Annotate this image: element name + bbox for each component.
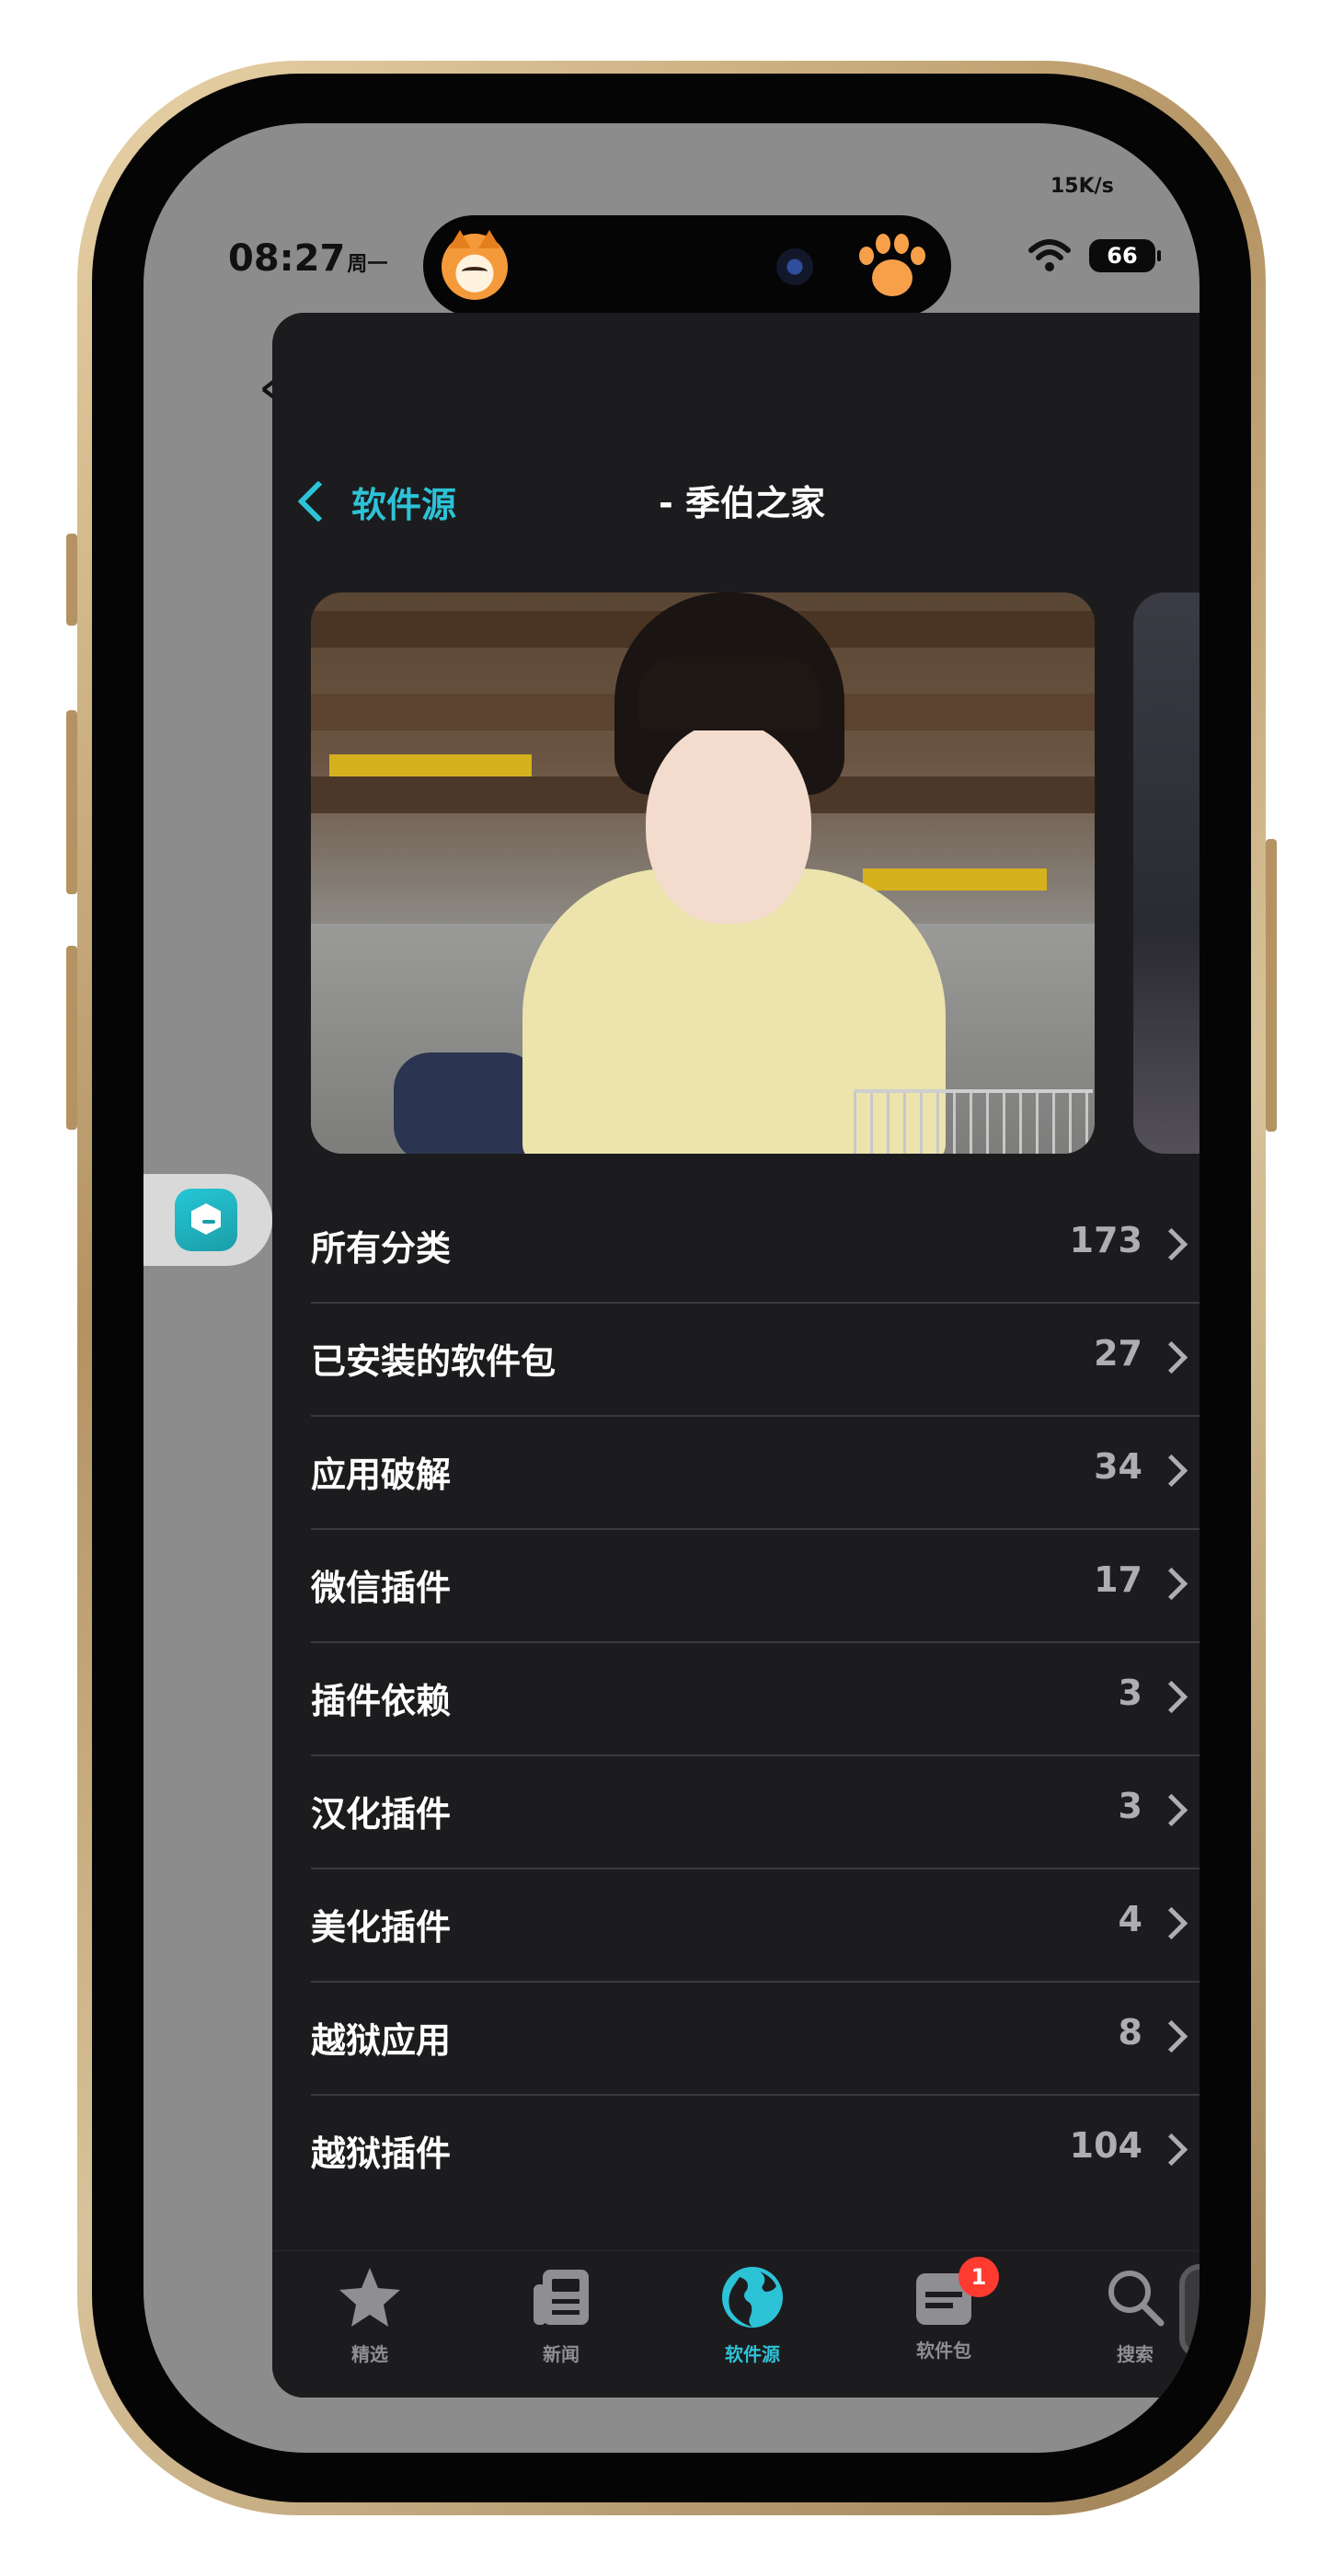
- volume-down-button: [66, 946, 77, 1130]
- chevron-right-icon: [1154, 2133, 1188, 2167]
- tab-packages[interactable]: 1 软件包: [879, 2257, 1008, 2363]
- category-label: 越狱插件: [311, 2133, 452, 2174]
- chevron-right-icon: [1154, 2019, 1188, 2053]
- battery-indicator: 66: [1089, 239, 1155, 272]
- status-weekday: 周一: [347, 253, 388, 276]
- category-label: 应用破解: [311, 1455, 452, 1495]
- newspaper-icon: [534, 2270, 589, 2325]
- category-row[interactable]: 越狱应用 8: [311, 1981, 1200, 2094]
- floating-action-icon[interactable]: [1179, 2264, 1200, 2358]
- paw-icon: [855, 232, 927, 304]
- tab-sources[interactable]: 软件源: [688, 2264, 817, 2366]
- search-icon: [1108, 2271, 1165, 2327]
- featured-banner-image[interactable]: [311, 592, 1095, 1154]
- tab-bar: 精选 新闻 软件源 1 软件包 搜索: [272, 2250, 1200, 2398]
- volume-up-button: [66, 710, 77, 894]
- category-count: 173: [1069, 1220, 1142, 1260]
- package-tab-icon-wrap: 1: [911, 2257, 999, 2330]
- tab-label: 新闻: [543, 2343, 580, 2365]
- chevron-right-icon: [1154, 1906, 1188, 1940]
- shiba-avatar-icon: [442, 230, 508, 300]
- category-label: 插件依赖: [311, 1681, 452, 1721]
- tab-label: 精选: [351, 2343, 388, 2365]
- chevron-right-icon: [1154, 1567, 1188, 1601]
- floating-app-pill[interactable]: [143, 1174, 272, 1266]
- back-button-label: 软件源: [351, 484, 457, 525]
- category-row[interactable]: 越狱插件 104: [311, 2094, 1200, 2207]
- category-row[interactable]: 微信插件 17: [311, 1528, 1200, 1641]
- category-row[interactable]: 已安装的软件包 27: [311, 1302, 1200, 1415]
- camera-icon: [776, 248, 813, 285]
- chevron-right-icon: [1154, 1227, 1188, 1261]
- category-label: 汉化插件: [311, 1794, 452, 1834]
- back-button[interactable]: 软件源: [291, 469, 456, 534]
- phone-screen: 08:27周一 15K/s 66 ‹ 软件源 - 季伯之家 所有分类 173 已…: [143, 123, 1200, 2453]
- category-label: 微信插件: [311, 1568, 452, 1608]
- category-label: 已安装的软件包: [311, 1341, 557, 1382]
- phone-frame: 08:27周一 15K/s 66 ‹ 软件源 - 季伯之家 所有分类 173 已…: [77, 61, 1266, 2515]
- dynamic-island[interactable]: [423, 215, 951, 316]
- phone-bezel: 08:27周一 15K/s 66 ‹ 软件源 - 季伯之家 所有分类 173 已…: [92, 74, 1251, 2502]
- category-label: 美化插件: [311, 1907, 452, 1948]
- category-label: 所有分类: [311, 1228, 452, 1269]
- category-row[interactable]: 所有分类 173: [311, 1190, 1200, 1302]
- chevron-right-icon: [1154, 1340, 1188, 1374]
- chevron-right-icon: [1154, 1793, 1188, 1827]
- notification-badge: 1: [958, 2257, 999, 2297]
- category-row[interactable]: 插件依赖 3: [311, 1641, 1200, 1754]
- category-row[interactable]: 美化插件 4: [311, 1868, 1200, 1981]
- status-time: 08:27周一: [228, 237, 388, 280]
- category-count: 8: [1118, 2012, 1142, 2053]
- power-button: [1266, 839, 1277, 1132]
- category-row[interactable]: 汉化插件 3: [311, 1754, 1200, 1868]
- category-row[interactable]: 应用破解 34: [311, 1415, 1200, 1528]
- chevron-right-icon: [1154, 1454, 1188, 1488]
- category-count: 104: [1069, 2125, 1142, 2166]
- category-count: 3: [1118, 1673, 1142, 1713]
- category-count: 34: [1094, 1446, 1142, 1487]
- page-title: - 季伯之家: [659, 483, 826, 523]
- tab-featured[interactable]: 精选: [305, 2264, 434, 2366]
- tab-label: 软件包: [916, 2340, 971, 2362]
- net-speed: 15K/s: [1050, 175, 1114, 198]
- category-count: 3: [1118, 1786, 1142, 1826]
- category-count: 4: [1118, 1899, 1142, 1939]
- globe-icon: [722, 2267, 783, 2328]
- category-list: 所有分类 173 已安装的软件包 27 应用破解 34 微信插件 17 插件依赖…: [311, 1190, 1200, 2207]
- tab-news[interactable]: 新闻: [497, 2264, 626, 2366]
- category-count: 17: [1094, 1559, 1142, 1600]
- chevron-left-icon: [297, 480, 339, 523]
- wifi-icon: [1028, 239, 1071, 271]
- repo-detail-panel: 软件源 - 季伯之家 所有分类 173 已安装的软件包 27 应用破解 34 微…: [272, 313, 1200, 2398]
- package-app-icon: [175, 1189, 237, 1251]
- chevron-right-icon: [1154, 1680, 1188, 1714]
- tab-label: 软件源: [725, 2343, 780, 2365]
- next-banner-image[interactable]: [1133, 592, 1200, 1154]
- category-count: 27: [1094, 1333, 1142, 1374]
- action-button: [66, 534, 77, 626]
- star-icon: [339, 2268, 400, 2327]
- battery-nub: [1157, 250, 1161, 261]
- category-label: 越狱应用: [311, 2020, 452, 2061]
